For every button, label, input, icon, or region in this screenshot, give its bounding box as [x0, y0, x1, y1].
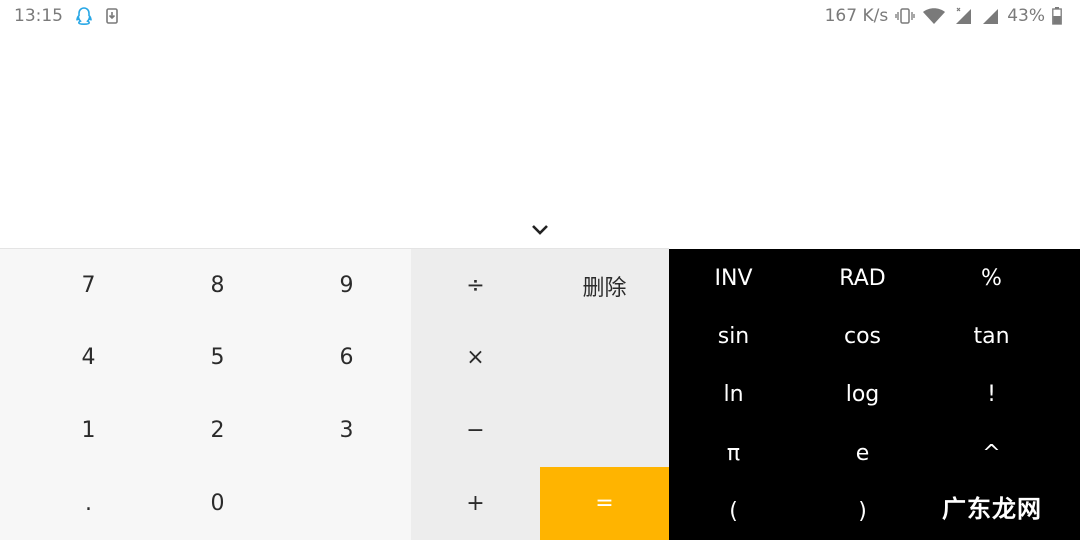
operator-pad: ÷ 删除 × − + =	[411, 249, 669, 540]
tan-button[interactable]: tan	[927, 307, 1056, 365]
collapse-chevron-button[interactable]	[528, 219, 552, 241]
divide-button[interactable]: ÷	[411, 249, 540, 322]
e-button[interactable]: e	[798, 424, 927, 482]
wifi-icon	[922, 7, 946, 25]
battery-icon	[1052, 7, 1062, 25]
digit-3-button[interactable]: 3	[282, 394, 411, 467]
scientific-pad: INV RAD % sin cos tan ln log ! π e ^ ( )…	[669, 249, 1080, 540]
digit-1-button[interactable]: 1	[24, 394, 153, 467]
battery-level: 43%	[1007, 6, 1045, 26]
download-icon	[105, 8, 119, 24]
status-bar-right: 167 K/s 43%	[825, 6, 1062, 26]
open-paren-button[interactable]: (	[669, 482, 798, 540]
vibrate-icon	[895, 7, 915, 25]
digit-0-button[interactable]: 0	[153, 467, 282, 540]
status-bar: 13:15 167 K/s 43%	[0, 0, 1080, 34]
chevron-down-icon	[532, 225, 548, 235]
watermark: 广东龙网	[942, 495, 1042, 523]
close-paren-button[interactable]: )	[798, 482, 927, 540]
signal-icon	[953, 7, 973, 25]
pi-button[interactable]: π	[669, 424, 798, 482]
sin-button[interactable]: sin	[669, 307, 798, 365]
status-time: 13:15	[14, 6, 63, 26]
factorial-button[interactable]: !	[927, 365, 1056, 423]
net-speed: 167 K/s	[824, 6, 889, 26]
percent-button[interactable]: %	[927, 249, 1056, 307]
power-button[interactable]: ^	[927, 424, 1056, 482]
digit-8-button[interactable]: 8	[153, 249, 282, 322]
minus-button[interactable]: −	[411, 394, 540, 467]
digit-9-button[interactable]: 9	[282, 249, 411, 322]
equals-button[interactable]: =	[540, 467, 669, 540]
log-button[interactable]: log	[798, 365, 927, 423]
multiply-button[interactable]: ×	[411, 321, 540, 394]
signal-icon	[980, 7, 1000, 25]
digit-2-button[interactable]: 2	[153, 394, 282, 467]
ln-button[interactable]: ln	[669, 365, 798, 423]
status-bar-left: 13:15	[14, 6, 119, 26]
digit-4-button[interactable]: 4	[24, 321, 153, 394]
calculator-display	[0, 34, 1080, 249]
digit-5-button[interactable]: 5	[153, 321, 282, 394]
delete-button[interactable]: 删除	[540, 249, 669, 322]
digit-pad: 7 8 9 4 5 6 1 2 3 . 0	[0, 249, 411, 540]
rad-button[interactable]: RAD	[798, 249, 927, 307]
cos-button[interactable]: cos	[798, 307, 927, 365]
plus-button[interactable]: +	[411, 467, 540, 540]
inv-button[interactable]: INV	[669, 249, 798, 307]
decimal-point-button[interactable]: .	[24, 467, 153, 540]
digit-6-button[interactable]: 6	[282, 321, 411, 394]
digit-7-button[interactable]: 7	[24, 249, 153, 322]
qq-icon	[75, 6, 93, 26]
